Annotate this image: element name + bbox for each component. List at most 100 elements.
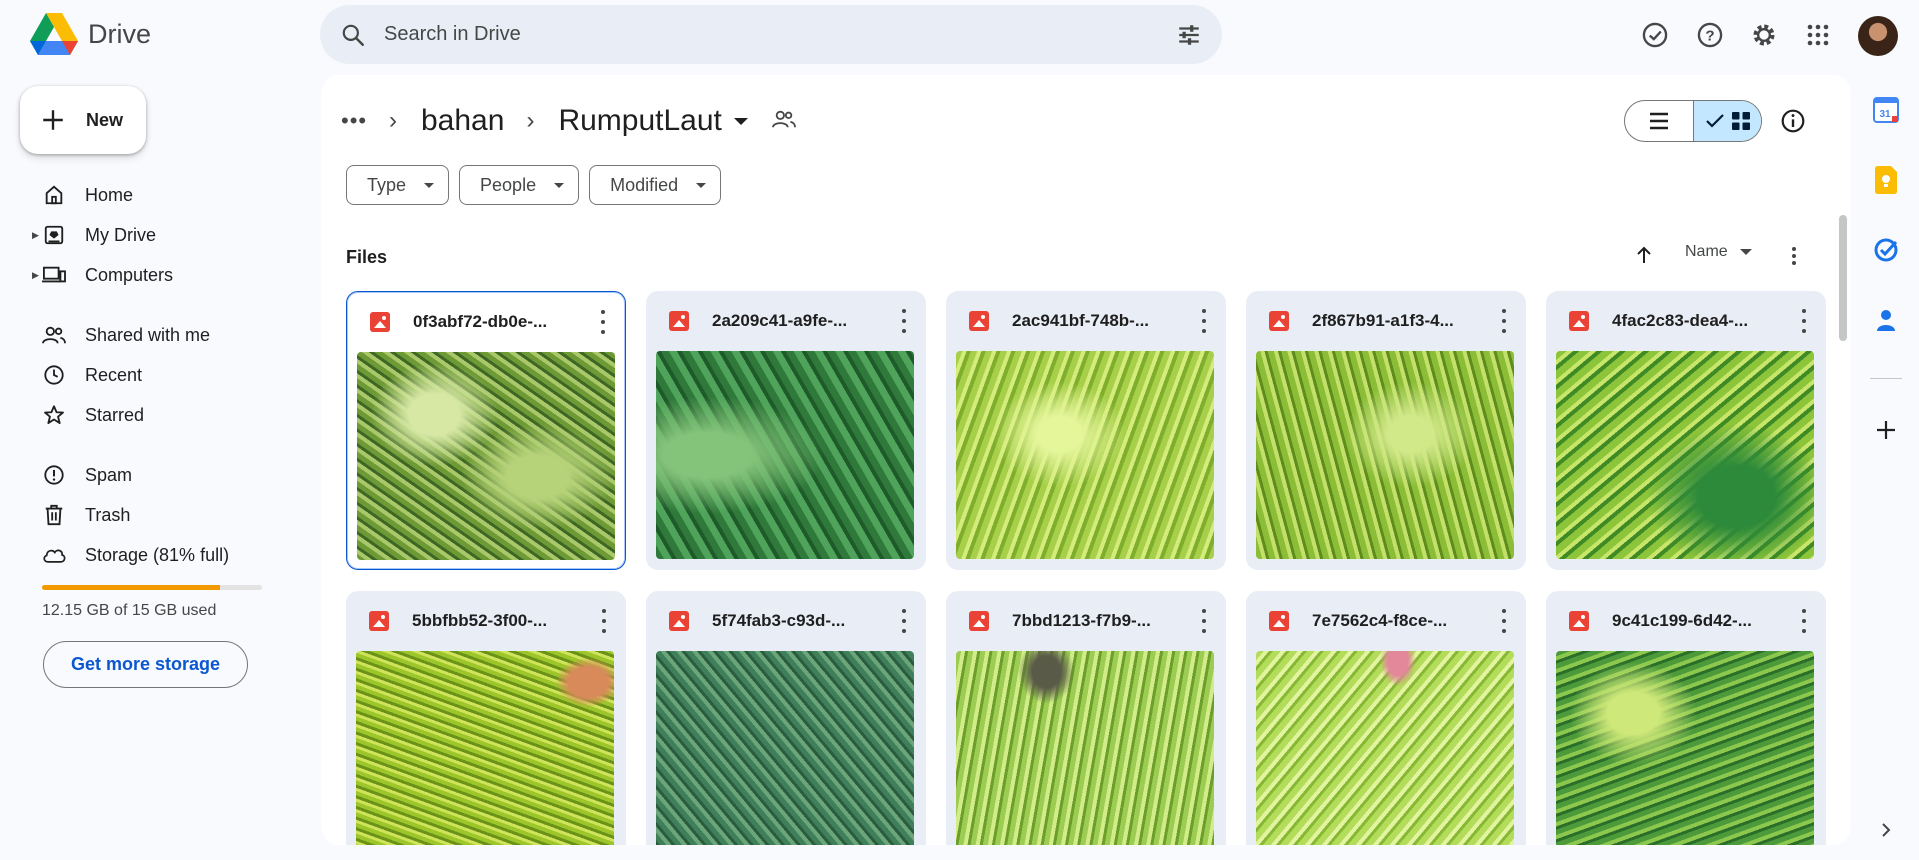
dropdown-caret-icon [554, 182, 565, 188]
file-card[interactable]: 5f74fab3-c93d-... [646, 591, 926, 845]
svg-text:31: 31 [1879, 109, 1891, 120]
image-file-icon [969, 611, 989, 631]
clock-icon [42, 363, 66, 387]
ready-for-offline-icon[interactable] [1632, 12, 1678, 58]
filter-modified[interactable]: Modified [589, 165, 722, 205]
chevron-right-icon: › [389, 107, 397, 134]
contacts-icon[interactable] [1866, 300, 1906, 340]
file-thumbnail [1556, 351, 1814, 559]
file-card[interactable]: 0f3abf72-db0e-... [346, 291, 626, 570]
sidebar-item-home[interactable]: Home [0, 175, 300, 215]
home-icon [42, 183, 66, 207]
file-thumbnail [656, 351, 914, 559]
chevron-down-icon [733, 117, 748, 125]
file-card[interactable]: 2ac941bf-748b-... [946, 291, 1226, 570]
filter-type[interactable]: Type [346, 165, 450, 205]
file-card[interactable]: 7e7562c4-f8ce-... [1246, 591, 1526, 845]
current-folder-label: RumputLaut [558, 104, 722, 137]
sidebar-item-recent[interactable]: Recent [0, 355, 300, 395]
sidebar-item-label: Home [85, 184, 134, 205]
expand-arrow-icon[interactable]: ▶ [32, 270, 39, 281]
more-vert-icon[interactable] [1800, 309, 1808, 333]
account-avatar[interactable] [1858, 16, 1898, 56]
file-name: 5bbfbb52-3f00-... [412, 611, 548, 630]
calendar-icon[interactable]: 31 [1866, 90, 1906, 130]
shared-folder-icon[interactable] [771, 108, 796, 135]
settings-icon[interactable] [1741, 12, 1787, 58]
list-view-icon [1650, 112, 1668, 130]
more-vert-icon[interactable] [1200, 609, 1208, 633]
sidebar-item-label: Spam [85, 464, 133, 485]
filter-label: People [480, 174, 537, 195]
more-horiz-icon[interactable]: ••• [341, 108, 367, 134]
sidebar-item-my-drive[interactable]: ▶ My Drive [0, 215, 300, 255]
more-vert-icon[interactable] [1782, 241, 1806, 271]
file-card[interactable]: 4fac2c83-dea4-... [1546, 291, 1826, 570]
more-vert-icon[interactable] [1500, 609, 1508, 633]
search-bar[interactable]: Search in Drive [320, 5, 1222, 64]
sort-direction-icon[interactable] [1626, 237, 1662, 273]
help-icon[interactable]: ? [1687, 12, 1733, 58]
sidebar-item-label: Recent [85, 364, 143, 385]
file-card[interactable]: 2f867b91-a1f3-4... [1246, 291, 1526, 570]
side-panel-divider [1870, 378, 1902, 379]
tasks-icon[interactable] [1866, 230, 1906, 270]
add-icon[interactable] [1866, 410, 1906, 450]
computers-icon [42, 263, 66, 287]
star-icon [42, 403, 66, 427]
filter-label: Modified [610, 174, 679, 195]
scrollbar[interactable] [1839, 215, 1847, 341]
drive-logo[interactable]: Drive [30, 13, 151, 55]
sidebar-item-trash[interactable]: Trash [0, 495, 300, 535]
file-card[interactable]: 2a209c41-a9fe-... [646, 291, 926, 570]
breadcrumb: ••• › bahan › RumputLaut [341, 99, 796, 143]
new-button[interactable]: New [20, 86, 146, 154]
sidebar-item-shared-with-me[interactable]: Shared with me [0, 315, 300, 355]
more-vert-icon[interactable] [900, 609, 908, 633]
storage-progress-fill [42, 585, 221, 590]
more-vert-icon[interactable] [600, 609, 608, 633]
collapse-panel-icon[interactable] [1876, 818, 1896, 842]
search-input[interactable]: Search in Drive [384, 23, 1176, 46]
file-thumbnail [956, 351, 1214, 559]
svg-text:?: ? [1705, 27, 1714, 44]
storage-progress-bar [42, 585, 262, 590]
file-name: 2ac941bf-748b-... [1012, 311, 1150, 330]
more-vert-icon[interactable] [1500, 309, 1508, 333]
filter-people[interactable]: People [459, 165, 580, 205]
storage-used-text: 12.15 GB of 15 GB used [42, 602, 217, 619]
file-name: 2a209c41-a9fe-... [712, 311, 848, 330]
expand-arrow-icon[interactable]: ▶ [32, 230, 39, 241]
trash-icon [42, 503, 66, 527]
image-file-icon [1569, 611, 1589, 631]
image-file-icon [1269, 611, 1289, 631]
plus-icon [43, 110, 63, 130]
breadcrumb-current-folder[interactable]: RumputLaut [558, 104, 748, 138]
apps-grid-icon[interactable] [1795, 12, 1841, 58]
more-vert-icon[interactable] [1800, 609, 1808, 633]
file-card[interactable]: 9c41c199-6d42-... [1546, 591, 1826, 845]
info-icon[interactable] [1777, 105, 1809, 137]
sidebar-item-spam[interactable]: Spam [0, 455, 300, 495]
list-view-button[interactable] [1625, 101, 1693, 141]
sidebar-item-storage[interactable]: Storage (81% full) [0, 535, 300, 575]
more-vert-icon[interactable] [1200, 309, 1208, 333]
search-icon[interactable] [340, 22, 366, 48]
spam-icon [42, 463, 66, 487]
grid-view-button[interactable] [1693, 101, 1761, 141]
file-card[interactable]: 5bbfbb52-3f00-... [346, 591, 626, 845]
more-vert-icon[interactable] [900, 309, 908, 333]
image-file-icon [669, 311, 689, 331]
file-name: 5f74fab3-c93d-... [712, 611, 846, 630]
breadcrumb-item-bahan[interactable]: bahan [421, 104, 504, 138]
sidebar-item-starred[interactable]: Starred [0, 395, 300, 435]
sort-by-dropdown[interactable]: Name [1685, 243, 1752, 261]
sidebar-item-computers[interactable]: ▶ Computers [0, 255, 300, 295]
file-name: 0f3abf72-db0e-... [413, 312, 548, 331]
get-more-storage-button[interactable]: Get more storage [43, 641, 248, 688]
file-card[interactable]: 7bbd1213-f7b9-... [946, 591, 1226, 845]
more-vert-icon[interactable] [599, 310, 607, 334]
keep-icon[interactable] [1866, 160, 1906, 200]
main-content: ••• › bahan › RumputLaut Type People Mod… [321, 75, 1851, 845]
tune-icon[interactable] [1176, 22, 1202, 48]
